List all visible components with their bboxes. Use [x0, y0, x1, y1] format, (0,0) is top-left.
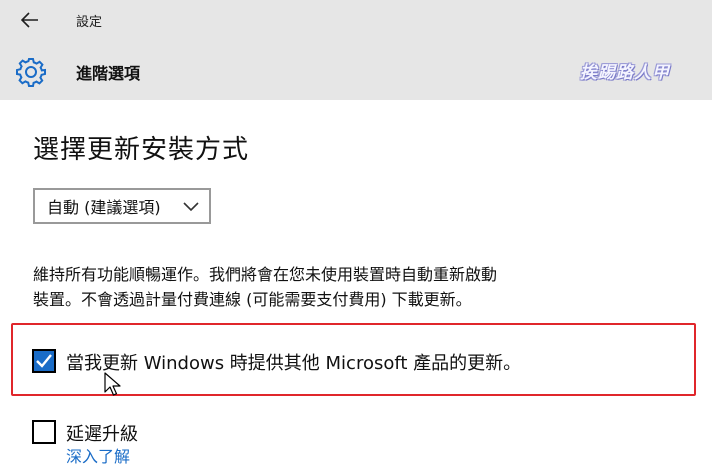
back-button[interactable] [14, 6, 46, 34]
arrow-left-icon [21, 12, 38, 28]
learn-more-link[interactable]: 深入了解 [66, 443, 130, 467]
install-mode-selected: 自動 (建議選項) [47, 198, 161, 217]
microsoft-products-checkbox[interactable] [32, 349, 56, 373]
checkmark-icon [36, 354, 52, 368]
defer-upgrades-checkbox[interactable] [32, 420, 56, 444]
settings-header: 設定 進階選項 挨踢路人甲 [0, 0, 712, 100]
chevron-down-icon [183, 202, 199, 212]
section-title: 選擇更新安裝方式 [33, 135, 250, 165]
description-line-1: 維持所有功能順暢運作。我們將會在您未使用裝置時自動重新啟動 [33, 265, 498, 284]
page-title: 進階選項 [76, 64, 141, 83]
app-title: 設定 [76, 15, 103, 30]
gear-icon [16, 58, 46, 87]
mouse-pointer-icon [104, 372, 121, 396]
microsoft-products-label[interactable]: 當我更新 Windows 時提供其他 Microsoft 產品的更新。 [66, 349, 521, 375]
description-line-2: 裝置。不會透過計量付費連線 (可能需要支付費用) 下載更新。 [33, 290, 472, 309]
install-mode-dropdown[interactable]: 自動 (建議選項) [33, 188, 211, 224]
watermark-text: 挨踢路人甲 [580, 63, 670, 83]
update-description: 維持所有功能順暢運作。我們將會在您未使用裝置時自動重新啟動 裝置。不會透過計量付… [33, 262, 633, 312]
